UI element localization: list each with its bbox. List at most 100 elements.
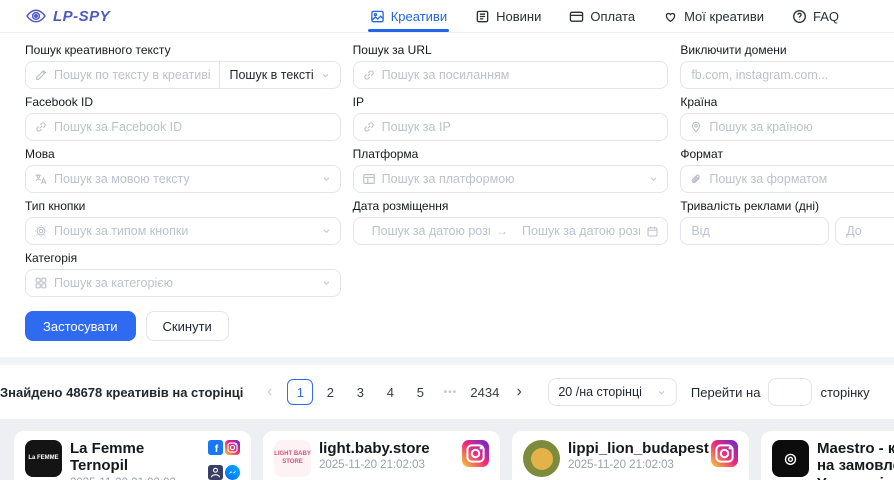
goto-prefix: Перейти на (691, 385, 761, 400)
chevron-down-icon (321, 278, 332, 289)
card-date: 2025-11-20 21:02:03 (70, 477, 200, 480)
creative-card[interactable]: ◎ Maestro - кухні, меблі на замовлення в… (761, 431, 894, 480)
filter-creative-text: Пошук креативного тексту Пошук в тексті (25, 43, 341, 89)
filter-language: Мова (25, 147, 341, 193)
page-button[interactable]: 4 (377, 379, 403, 405)
nav-label: FAQ (813, 9, 839, 24)
filter-duration: Тривалість реклами (дні) (680, 199, 894, 245)
filter-category: Категорія (25, 251, 341, 297)
link-icon (362, 120, 376, 134)
filters-panel: Пошук креативного тексту Пошук в тексті … (0, 33, 894, 357)
audience-network-icon (208, 465, 223, 480)
card-date: 2025-11-20 21:02:03 (319, 459, 454, 471)
nav-faq[interactable]: FAQ (792, 0, 839, 32)
arrow-right-icon: → (496, 224, 508, 238)
category-select[interactable] (26, 270, 340, 296)
nav-payment[interactable]: Оплата (569, 0, 635, 32)
chevron-down-icon (321, 174, 332, 185)
nav-label: Новини (496, 9, 541, 24)
last-page-button[interactable]: 2434 (467, 379, 502, 405)
header: LP-SPY Креативи Новини Оплата Мої креати… (0, 0, 894, 33)
exclude-domains-input[interactable] (681, 62, 894, 88)
prev-page-button[interactable] (257, 379, 283, 405)
next-page-button[interactable] (506, 379, 532, 405)
brand-logo[interactable]: LP-SPY (25, 8, 110, 25)
page-size-select[interactable]: 20 /на сторінці (548, 378, 677, 406)
grid-icon (34, 276, 48, 290)
chevron-down-icon (320, 70, 331, 81)
avatar: ◎ (772, 440, 809, 477)
map-pin-icon (689, 120, 703, 134)
results-toolbar: Знайдено 48678 креативів на сторінці 1 2… (0, 365, 894, 419)
image-icon (370, 9, 385, 24)
facebook-id-input[interactable] (26, 114, 340, 140)
instagram-icon (225, 440, 240, 455)
filter-label: Facebook ID (25, 95, 341, 109)
chevron-down-icon (656, 387, 667, 398)
text-search-mode-select[interactable]: Пошук в тексті (219, 62, 339, 88)
avatar (523, 440, 560, 477)
goto-page-input[interactable] (768, 378, 812, 406)
filter-label: Формат (680, 147, 894, 161)
nav-label: Оплата (590, 9, 635, 24)
date-to-input[interactable] (512, 218, 642, 244)
page-button[interactable]: 2 (317, 379, 343, 405)
page-size-value: 20 /на сторінці (558, 385, 642, 399)
page-button[interactable]: 3 (347, 379, 373, 405)
filter-label: Пошук за URL (353, 43, 669, 57)
filter-label: Платформа (353, 147, 669, 161)
creative-text-input[interactable] (26, 62, 219, 88)
link-icon (362, 68, 376, 82)
translate-icon (34, 172, 48, 186)
filter-label: Виключити домени (680, 43, 894, 57)
filter-label: Категорія (25, 251, 341, 265)
url-input[interactable] (354, 62, 668, 88)
brand-name: LP-SPY (53, 8, 110, 25)
messenger-icon (225, 465, 240, 480)
results-section: La FEMME La Femme Ternopil 2025-11-20 21… (0, 419, 894, 480)
nav-my-creatives[interactable]: Мої креативи (663, 0, 764, 32)
chevron-down-icon (648, 174, 659, 185)
goto-page: Перейти на сторінку (691, 378, 870, 406)
ip-input[interactable] (354, 114, 668, 140)
nav-news[interactable]: Новини (475, 0, 541, 32)
filter-label: IP (353, 95, 669, 109)
filter-platform: Платформа (353, 147, 669, 193)
duration-from-input[interactable] (681, 218, 828, 244)
reset-button[interactable]: Скинути (146, 311, 229, 341)
pagination-ellipsis[interactable]: ••• (437, 379, 463, 405)
date-from-input[interactable] (362, 218, 492, 244)
text-search-mode-value: Пошук в тексті (229, 68, 313, 82)
filter-button-type: Тип кнопки (25, 199, 341, 245)
avatar: La FEMME (25, 440, 62, 477)
page-button[interactable]: 1 (287, 379, 313, 405)
paperclip-icon (689, 172, 703, 186)
language-select[interactable] (26, 166, 340, 192)
duration-to-input[interactable] (836, 218, 894, 244)
apply-button[interactable]: Застосувати (25, 311, 136, 341)
format-select[interactable] (681, 166, 894, 192)
platform-select[interactable] (354, 166, 668, 192)
date-range-picker[interactable]: → (353, 217, 669, 245)
filter-placement-date: Дата розміщення → (353, 199, 669, 245)
creative-card[interactable]: La FEMME La Femme Ternopil 2025-11-20 21… (14, 431, 251, 480)
card-title: La Femme Ternopil (70, 440, 200, 475)
creative-card[interactable]: lippi_lion_budapest 2025-11-20 21:02:03 … (512, 431, 749, 480)
page-button[interactable]: 5 (407, 379, 433, 405)
creative-card[interactable]: LIGHT BABY STORE light.baby.store 2025-1… (263, 431, 500, 480)
gear-icon (34, 224, 48, 238)
instagram-icon (462, 440, 489, 467)
nav-label: Креативи (391, 9, 447, 24)
card-date: 2025-11-20 21:02:03 (568, 459, 703, 471)
pencil-icon (34, 68, 48, 82)
news-icon (475, 9, 490, 24)
credit-card-icon (569, 9, 584, 24)
filter-label: Тип кнопки (25, 199, 341, 213)
card-title: light.baby.store (319, 440, 454, 457)
link-icon (34, 120, 48, 134)
button-type-select[interactable] (26, 218, 340, 244)
heart-icon (663, 9, 678, 24)
filter-label: Дата розміщення (353, 199, 669, 213)
nav-creatives[interactable]: Креативи (370, 0, 447, 32)
country-input[interactable] (681, 114, 894, 140)
